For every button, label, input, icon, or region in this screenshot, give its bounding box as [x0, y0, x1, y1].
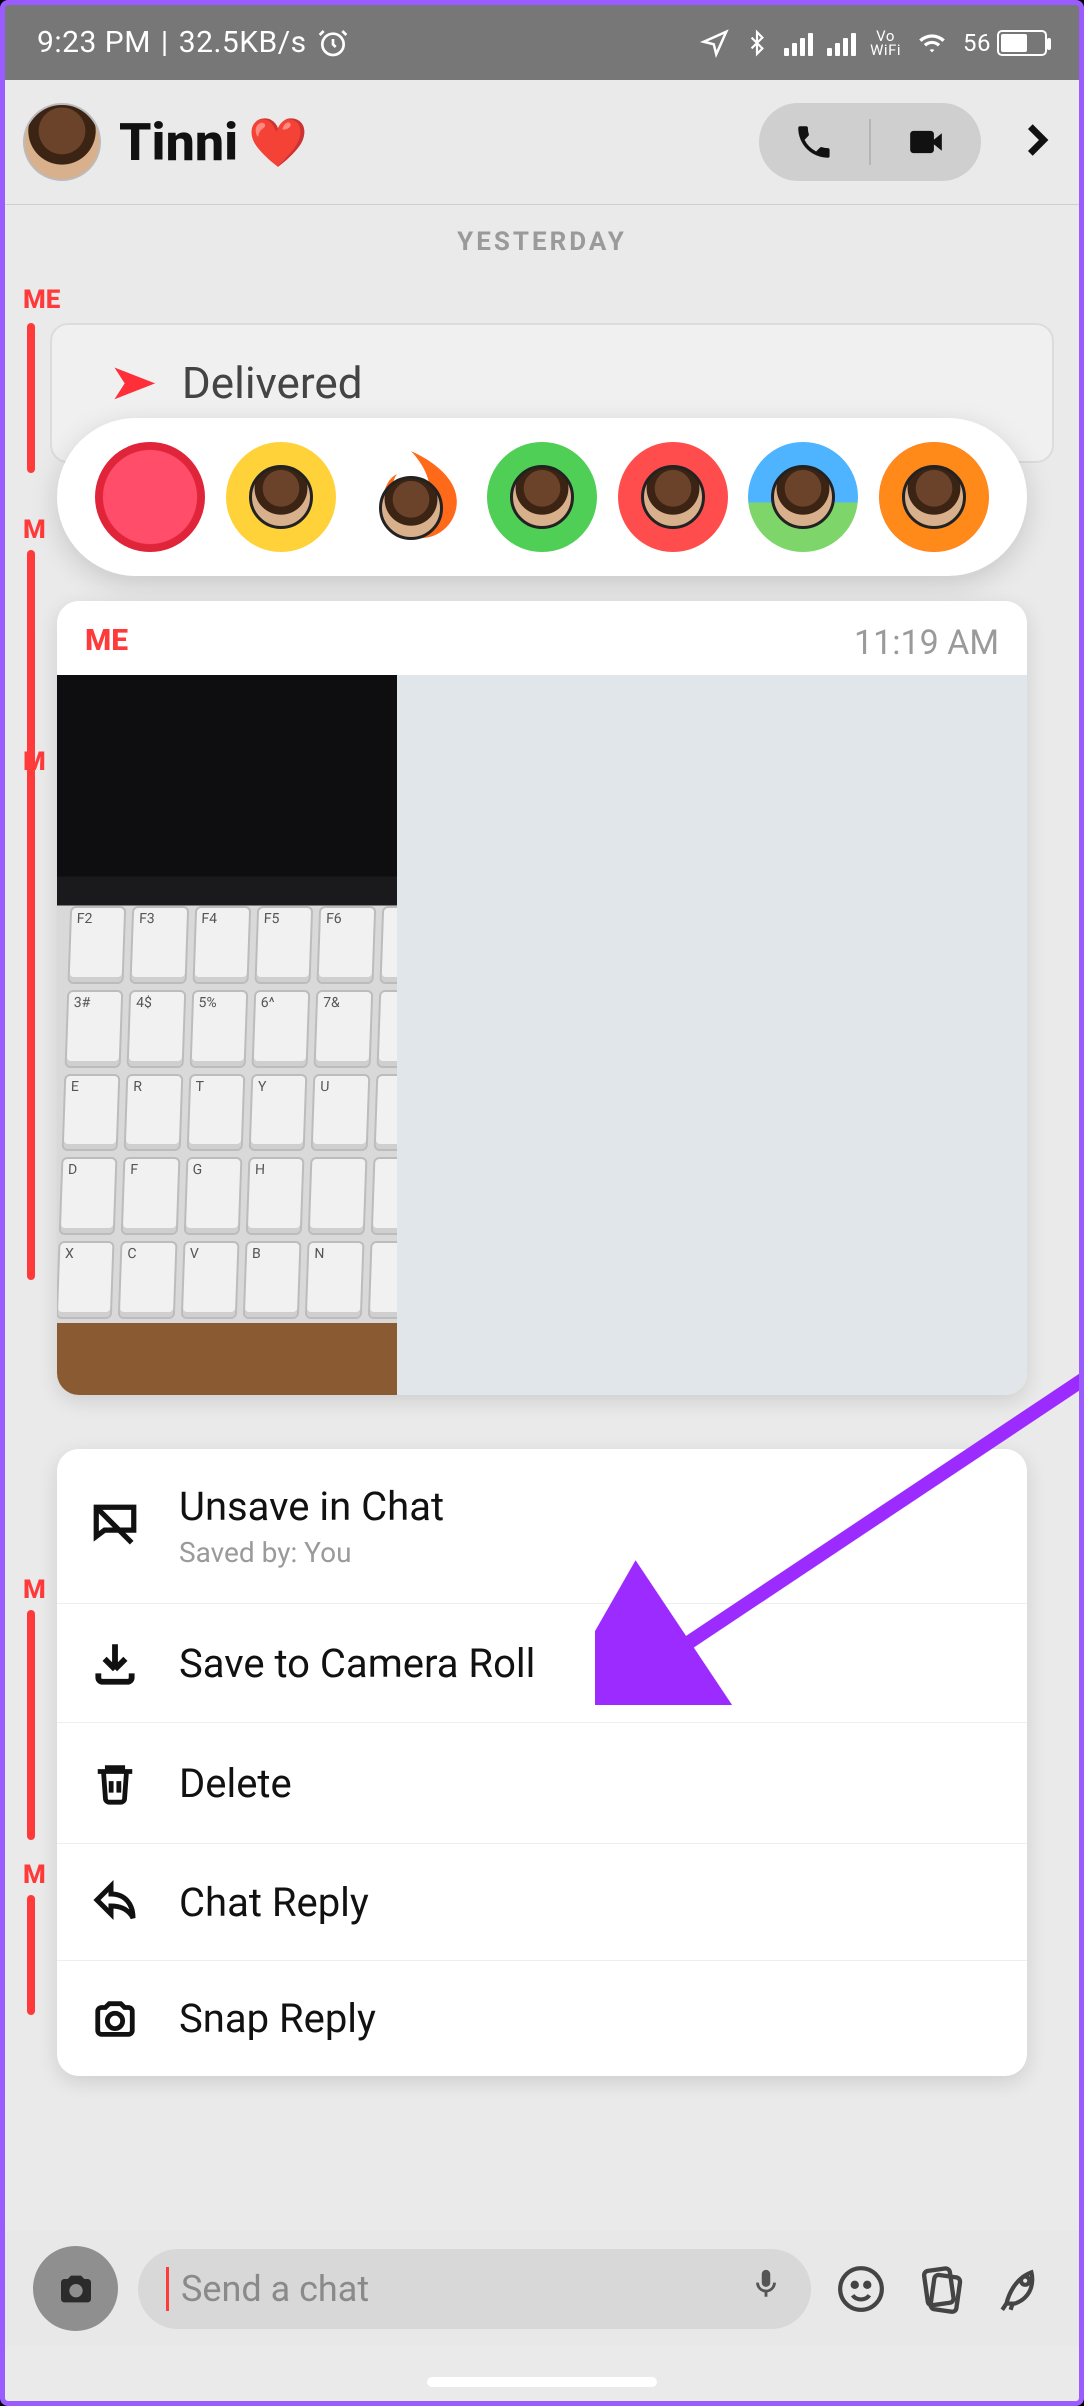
reply-icon — [87, 1878, 143, 1926]
wifi-icon — [915, 29, 949, 57]
camera-icon — [87, 1996, 143, 2042]
audio-call-button[interactable] — [759, 121, 869, 163]
menu-item-label: Save to Camera Roll — [179, 1640, 535, 1687]
camera-button[interactable] — [33, 2246, 118, 2331]
reaction-heart[interactable] — [95, 442, 205, 552]
reaction-mind-blown[interactable] — [879, 442, 989, 552]
menu-save-to-camera-roll[interactable]: Save to Camera Roll — [57, 1604, 1027, 1723]
menu-item-label: Unsave in Chat — [179, 1483, 444, 1530]
battery-indicator: 56 — [963, 29, 1047, 57]
media-sender: ME — [85, 623, 128, 663]
mic-icon[interactable] — [749, 2262, 783, 2315]
sender-label: M — [23, 515, 46, 545]
menu-snap-reply[interactable]: Snap Reply — [57, 1961, 1027, 2076]
menu-unsave-in-chat[interactable]: Unsave in Chat Saved by: You — [57, 1449, 1027, 1604]
chat-input[interactable]: Send a chat — [138, 2249, 811, 2329]
delivered-label: Delivered — [182, 357, 363, 409]
menu-item-label: Delete — [179, 1760, 292, 1807]
media-card: ME 11:19 AM F2F3F4F5F6 3#4$5%6^7& ERTYU … — [57, 601, 1027, 1395]
avatar[interactable] — [23, 103, 101, 181]
reaction-shock[interactable] — [748, 442, 858, 552]
reaction-laugh-cry[interactable] — [226, 442, 336, 552]
bluetooth-icon — [744, 28, 770, 58]
reaction-thumbs-down[interactable] — [618, 442, 728, 552]
unsave-icon — [87, 1501, 143, 1551]
status-net-speed: 32.5KB/s — [179, 25, 307, 60]
sent-arrow-icon: ➤ — [108, 353, 158, 412]
media-preview[interactable]: F2F3F4F5F6 3#4$5%6^7& ERTYU DFGH XCVBN — [57, 675, 1027, 1395]
call-controls — [759, 103, 981, 181]
signal-1-icon — [784, 30, 813, 56]
status-time: 9:23 PM — [37, 25, 151, 60]
reaction-fire[interactable] — [356, 442, 466, 552]
text-cursor — [166, 2267, 169, 2311]
sender-label: M — [23, 747, 46, 777]
reaction-bar — [57, 418, 1027, 576]
day-separator: YESTERDAY — [5, 205, 1079, 279]
reaction-thumbs-up[interactable] — [487, 442, 597, 552]
menu-item-sublabel: Saved by: You — [179, 1536, 444, 1569]
status-bar: 9:23 PM | 32.5KB/s VoWiFi 56 — [5, 5, 1079, 80]
alarm-icon — [317, 27, 349, 59]
rocket-icon[interactable] — [991, 2263, 1051, 2315]
sender-label: M — [23, 1860, 46, 1890]
chat-input-placeholder: Send a chat — [181, 2268, 369, 2310]
gallery-icon[interactable] — [911, 2263, 971, 2315]
menu-delete[interactable]: Delete — [57, 1723, 1027, 1844]
chat-header: Tinni ❤️ — [5, 80, 1079, 205]
chevron-right-icon[interactable] — [1017, 115, 1057, 169]
menu-item-label: Chat Reply — [179, 1879, 369, 1926]
download-icon — [87, 1638, 143, 1688]
vowifi-indicator: VoWiFi — [870, 29, 901, 57]
location-icon — [700, 28, 730, 58]
menu-chat-reply[interactable]: Chat Reply — [57, 1844, 1027, 1961]
home-indicator — [427, 2377, 657, 2387]
trash-icon — [87, 1757, 143, 1809]
sender-label: M — [23, 1575, 46, 1605]
heart-icon: ❤️ — [248, 114, 308, 171]
chat-input-bar: Send a chat — [5, 2231, 1079, 2346]
chat-title[interactable]: Tinni ❤️ — [119, 112, 308, 173]
media-timestamp: 11:19 AM — [854, 623, 999, 663]
menu-item-label: Snap Reply — [179, 1995, 376, 2042]
sender-label: ME — [23, 285, 60, 315]
sticker-icon[interactable] — [831, 2264, 891, 2314]
video-call-button[interactable] — [871, 123, 981, 161]
context-menu: Unsave in Chat Saved by: You Save to Cam… — [57, 1449, 1027, 2076]
signal-2-icon — [827, 30, 856, 56]
